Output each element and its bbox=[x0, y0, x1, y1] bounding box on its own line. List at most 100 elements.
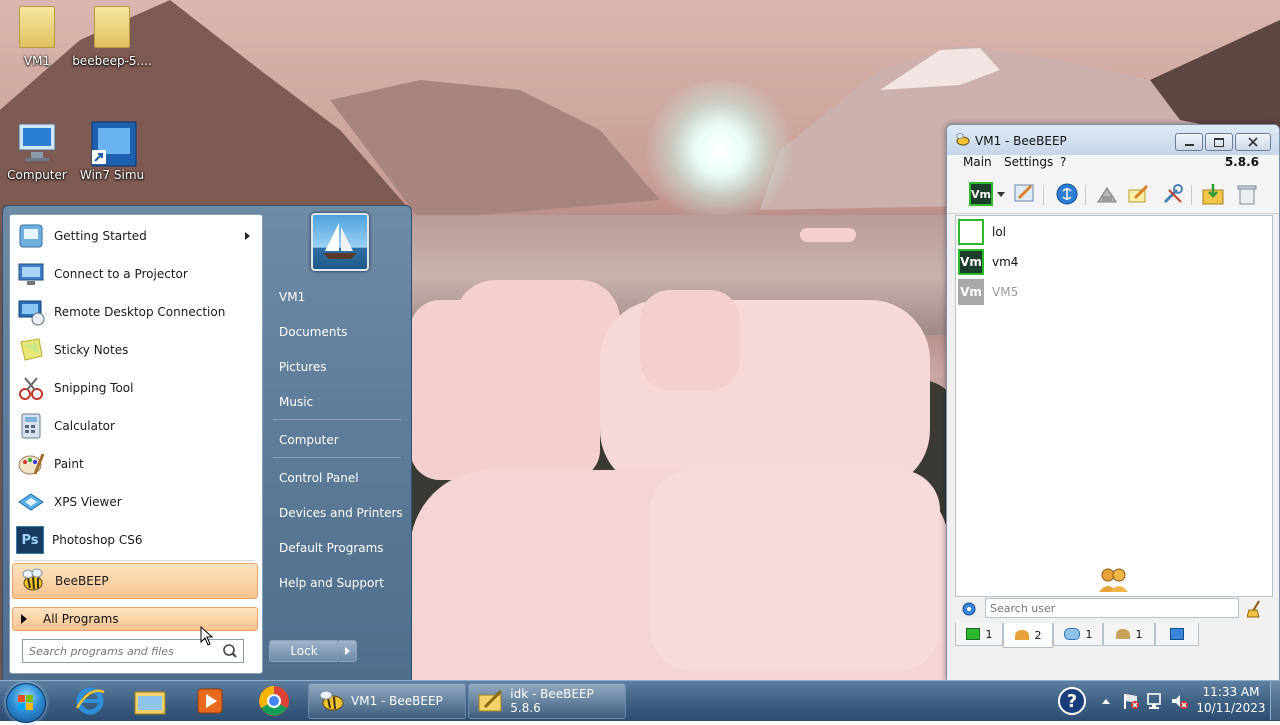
user-search-input[interactable] bbox=[985, 598, 1239, 618]
places-item-documents[interactable]: Documents bbox=[269, 319, 405, 345]
taskbar-window-idk-beebeep[interactable]: idk - BeeBEEP 5.8.6 bbox=[468, 683, 626, 719]
program-connect-to-a-projector[interactable]: Connect to a Projector bbox=[12, 257, 258, 291]
tab-file-sharing[interactable] bbox=[1155, 623, 1199, 646]
minimize-icon bbox=[1184, 144, 1194, 146]
lock-button[interactable]: Lock bbox=[269, 640, 339, 662]
minimize-button[interactable] bbox=[1175, 133, 1203, 151]
clear-broom-icon[interactable] bbox=[1247, 600, 1263, 618]
program-photoshop-cs6[interactable]: Ps Photoshop CS6 bbox=[12, 523, 258, 557]
ice-block bbox=[650, 470, 940, 670]
desktop-icon-label: beebeep-5.... bbox=[72, 54, 152, 68]
sticky-notes-icon bbox=[16, 335, 46, 365]
beebeep-icon bbox=[319, 690, 344, 711]
places-item-default-programs[interactable]: Default Programs bbox=[269, 535, 405, 561]
help-tray-button[interactable]: ? bbox=[1056, 684, 1088, 718]
places-item-computer[interactable]: Computer bbox=[269, 427, 405, 453]
taskbar-pin-internet-explorer[interactable] bbox=[66, 684, 114, 718]
program-label: Connect to a Projector bbox=[54, 267, 188, 281]
network-settings-icon[interactable] bbox=[961, 601, 977, 617]
clock-time: 11:33 AM bbox=[1202, 685, 1260, 699]
taskbar-pin-file-explorer[interactable] bbox=[126, 684, 174, 718]
paint-icon bbox=[16, 449, 46, 479]
start-search-input[interactable] bbox=[23, 643, 221, 659]
search-icon[interactable] bbox=[221, 642, 239, 660]
tools-icon[interactable] bbox=[1161, 182, 1185, 206]
taskbar-window-vm1-beebeep[interactable]: VM1 - BeeBEEP bbox=[308, 683, 466, 719]
places-item-music[interactable]: Music bbox=[269, 389, 405, 415]
desktop-icon-win7-simu[interactable]: Win7 Simu bbox=[72, 120, 152, 182]
program-getting-started[interactable]: Getting Started bbox=[12, 219, 258, 253]
tab-chats[interactable]: 1 bbox=[955, 623, 1003, 646]
taskbar-pin-chrome[interactable] bbox=[250, 684, 298, 718]
show-hidden-icons-button[interactable] bbox=[1098, 684, 1114, 718]
close-button[interactable] bbox=[1235, 133, 1271, 151]
status-avatar-button[interactable]: Vm bbox=[969, 182, 993, 206]
maximize-button[interactable] bbox=[1205, 133, 1233, 151]
chrome-icon bbox=[259, 686, 289, 716]
places-item-control-panel[interactable]: Control Panel bbox=[269, 465, 405, 491]
shutdown-options-button[interactable] bbox=[337, 640, 357, 662]
network-icon[interactable] bbox=[1055, 182, 1079, 206]
program-label: BeeBEEP bbox=[55, 574, 109, 588]
tab-users[interactable]: 2 bbox=[1003, 623, 1053, 648]
tab-groups[interactable]: 1 bbox=[1103, 623, 1155, 646]
photoshop-icon: Ps bbox=[16, 526, 44, 554]
program-label: Paint bbox=[54, 457, 84, 471]
lock-label: Lock bbox=[290, 644, 318, 658]
places-item-help-and-support[interactable]: Help and Support bbox=[269, 570, 405, 596]
user-row-vm5[interactable]: Vm VM5 bbox=[958, 278, 1018, 306]
user-list: lol Vm vm4 Vm VM5 bbox=[955, 215, 1273, 597]
chevron-down-icon[interactable] bbox=[997, 192, 1005, 197]
taskbar-clock[interactable]: 11:33 AM 10/11/2023 bbox=[1196, 684, 1266, 716]
volume-muted-icon bbox=[1172, 695, 1188, 709]
user-row-lol[interactable]: lol bbox=[958, 218, 1006, 246]
desktop-icon-beebeep-folder[interactable]: beebeep-5.... bbox=[72, 6, 152, 68]
projector-icon bbox=[16, 259, 46, 289]
places-label: Control Panel bbox=[279, 471, 359, 485]
help-icon: ? bbox=[1058, 687, 1086, 715]
desktop-icon-computer[interactable]: Computer bbox=[0, 120, 77, 182]
places-item-pictures[interactable]: Pictures bbox=[269, 354, 405, 380]
messages-icon bbox=[1063, 628, 1080, 640]
broadcast-icon[interactable] bbox=[1095, 182, 1119, 206]
start-button[interactable] bbox=[6, 683, 46, 723]
program-label: Getting Started bbox=[54, 229, 147, 243]
tab-messages[interactable]: 1 bbox=[1053, 623, 1103, 646]
places-item-vm1[interactable]: VM1 bbox=[269, 284, 405, 310]
program-label: Sticky Notes bbox=[54, 343, 129, 357]
recycle-bin-icon[interactable] bbox=[1235, 182, 1259, 206]
program-label: Calculator bbox=[54, 419, 115, 433]
calculator-icon bbox=[16, 411, 46, 441]
program-paint[interactable]: Paint bbox=[12, 447, 258, 481]
program-label: XPS Viewer bbox=[54, 495, 122, 509]
program-xps-viewer[interactable]: XPS Viewer bbox=[12, 485, 258, 519]
program-label: Photoshop CS6 bbox=[52, 533, 143, 547]
profile-edit-icon[interactable] bbox=[1013, 182, 1037, 206]
places-label: Default Programs bbox=[279, 541, 384, 555]
tray-volume[interactable] bbox=[1168, 684, 1190, 718]
beebeep-chat-icon bbox=[478, 689, 503, 712]
program-sticky-notes[interactable]: Sticky Notes bbox=[12, 333, 258, 367]
tray-network[interactable] bbox=[1144, 684, 1166, 718]
menu-help[interactable]: ? bbox=[1060, 155, 1066, 169]
tray-action-center[interactable] bbox=[1120, 684, 1142, 718]
program-remote-desktop-connection[interactable]: Remote Desktop Connection bbox=[12, 295, 258, 329]
taskbar-pin-media-player[interactable] bbox=[186, 684, 234, 718]
window-titlebar[interactable]: VM1 - BeeBEEP bbox=[947, 125, 1279, 155]
show-desktop-button[interactable] bbox=[1270, 681, 1280, 720]
places-item-devices-and-printers[interactable]: Devices and Printers bbox=[269, 500, 405, 526]
remote-desktop-icon bbox=[16, 297, 46, 327]
write-message-icon[interactable] bbox=[1127, 182, 1151, 206]
user-picture-sailboat[interactable] bbox=[311, 213, 369, 271]
menu-settings[interactable]: Settings bbox=[1004, 155, 1053, 169]
program-calculator[interactable]: Calculator bbox=[12, 409, 258, 443]
all-programs-button[interactable]: All Programs bbox=[12, 607, 258, 631]
user-row-vm4[interactable]: Vm vm4 bbox=[958, 248, 1018, 276]
clock-date: 10/11/2023 bbox=[1196, 701, 1266, 715]
program-beebeep[interactable]: BeeBEEP bbox=[12, 563, 258, 599]
download-folder-icon[interactable] bbox=[1201, 182, 1225, 206]
menu-main[interactable]: Main bbox=[963, 155, 992, 169]
program-snipping-tool[interactable]: Snipping Tool bbox=[12, 371, 258, 405]
desktop-icon-vm1[interactable]: VM1 bbox=[0, 6, 77, 68]
shortcut-icon bbox=[90, 120, 137, 167]
